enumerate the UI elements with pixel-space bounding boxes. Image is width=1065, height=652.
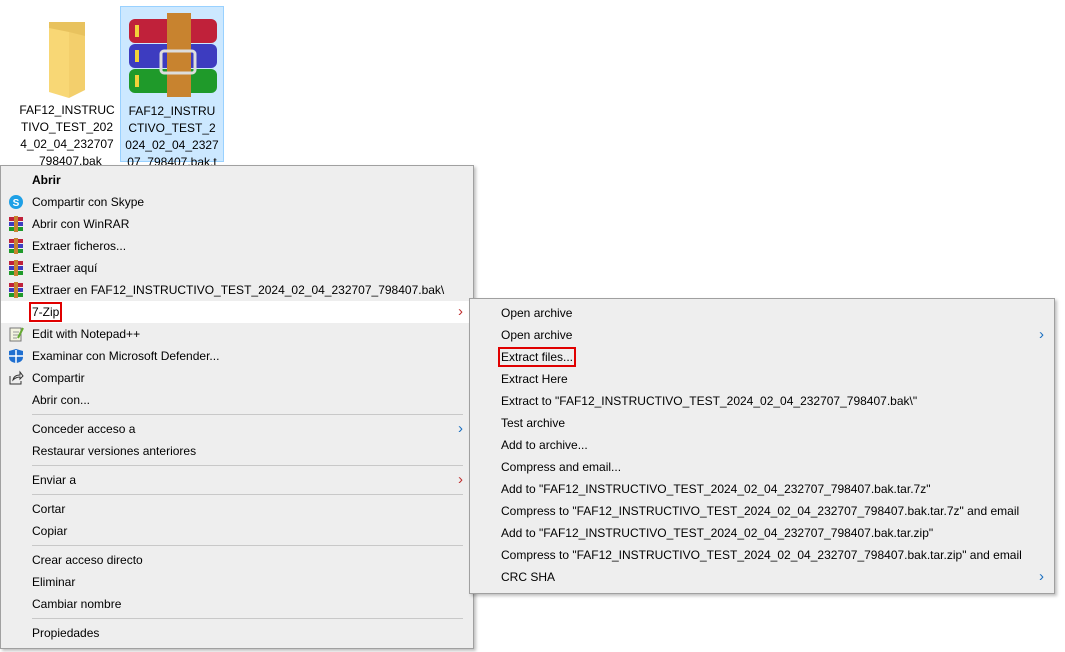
- menu-item-restaurar-versiones-anteriores[interactable]: Restaurar versiones anteriores: [1, 440, 473, 462]
- share-icon: [8, 370, 24, 386]
- 7zip-submenu: Open archive Open archive › Extract files..…: [469, 298, 1055, 594]
- menu-item-label: Edit with Notepad++: [32, 327, 141, 341]
- menu-item-label: Add to "FAF12_INSTRUCTIVO_TEST_2024_02_0…: [501, 482, 931, 496]
- winrar-icon: [8, 282, 24, 298]
- menu-item-label: Extract Here: [501, 372, 568, 386]
- menu-item-test-archive[interactable]: Test archive: [470, 412, 1054, 434]
- menu-item-label: Extraer ficheros...: [32, 239, 127, 253]
- svg-text:S: S: [13, 198, 20, 209]
- folder-icon: [49, 22, 85, 98]
- file-name: FAF12_INSTRUCTIVO_TEST_2024_02_04_232707…: [19, 103, 115, 168]
- menu-separator: [32, 465, 463, 466]
- skype-icon: S: [8, 194, 24, 210]
- menu-item-label: Extract files...: [497, 347, 577, 367]
- menu-item-examinar-con-microsoft-defender[interactable]: Examinar con Microsoft Defender...: [1, 345, 473, 367]
- menu-item-7-zip[interactable]: 7-Zip ›: [1, 301, 473, 323]
- menu-item-label: Extraer aquí: [32, 261, 98, 275]
- menu-item-label: Extraer en FAF12_INSTRUCTIVO_TEST_2024_0…: [32, 283, 445, 297]
- menu-item-crear-acceso-directo[interactable]: Crear acceso directo: [1, 549, 473, 571]
- menu-item-label: Compress to "FAF12_INSTRUCTIVO_TEST_2024…: [501, 548, 1022, 562]
- menu-separator: [32, 494, 463, 495]
- menu-item-add-to-faf12-instructivo-test-2024-02-04-232707-798407-bak-tar-7z[interactable]: Add to "FAF12_INSTRUCTIVO_TEST_2024_02_0…: [470, 478, 1054, 500]
- notepad-icon: [8, 326, 24, 342]
- menu-item-label: Compartir con Skype: [32, 195, 145, 209]
- menu-item-extraer-ficheros[interactable]: Extraer ficheros...: [1, 235, 473, 257]
- file-bak-tar[interactable]: FAF12_INSTRUCTIVO_TEST_2024_02_04_232707…: [120, 6, 224, 186]
- menu-item-edit-with-notepad[interactable]: Edit with Notepad++: [1, 323, 473, 345]
- winrar-icon: [8, 216, 24, 232]
- menu-item-label: Copiar: [32, 524, 68, 538]
- winrar-icon: [8, 238, 24, 254]
- menu-item-label: Abrir con...: [32, 393, 91, 407]
- menu-item-abrir-con[interactable]: Abrir con...: [1, 389, 473, 411]
- menu-item-label: CRC SHA: [501, 570, 556, 584]
- menu-item-extraer-aqu[interactable]: Extraer aquí: [1, 257, 473, 279]
- chevron-right-icon: ›: [1039, 326, 1044, 343]
- chevron-right-icon: ›: [458, 420, 463, 437]
- menu-item-abrir[interactable]: Abrir: [1, 169, 473, 191]
- menu-item-extract-to-faf12-instructivo-test-2024-02-04-232707-798407-bak[interactable]: Extract to "FAF12_INSTRUCTIVO_TEST_2024_…: [470, 390, 1054, 412]
- menu-item-label: Open archive: [501, 306, 573, 320]
- menu-item-label: Compartir: [32, 371, 85, 385]
- menu-item-extract-files[interactable]: Extract files...: [470, 346, 1054, 368]
- menu-item-label: Abrir con WinRAR: [32, 217, 130, 231]
- menu-item-compress-to-faf12-instructivo-test-2024-02-04-232707-798407-bak-tar-zip-and-email[interactable]: Compress to "FAF12_INSTRUCTIVO_TEST_2024…: [470, 544, 1054, 566]
- menu-item-open-archive[interactable]: Open archive: [470, 302, 1054, 324]
- menu-item-crc-sha[interactable]: CRC SHA ›: [470, 566, 1054, 588]
- menu-item-conceder-acceso-a[interactable]: Conceder acceso a ›: [1, 418, 473, 440]
- context-menu: Abrir S Compartir con Skype Abrir con WinRA…: [0, 165, 474, 649]
- menu-item-label: Abrir: [32, 173, 61, 187]
- winrar-icon: [8, 260, 24, 276]
- menu-item-add-to-faf12-instructivo-test-2024-02-04-232707-798407-bak-tar-zip[interactable]: Add to "FAF12_INSTRUCTIVO_TEST_2024_02_0…: [470, 522, 1054, 544]
- file-bak-folder[interactable]: FAF12_INSTRUCTIVO_TEST_2024_02_04_232707…: [15, 6, 119, 168]
- menu-item-label: Compress and email...: [501, 460, 622, 474]
- menu-item-cambiar-nombre[interactable]: Cambiar nombre: [1, 593, 473, 615]
- menu-item-open-archive[interactable]: Open archive ›: [470, 324, 1054, 346]
- menu-item-compartir[interactable]: Compartir: [1, 367, 473, 389]
- menu-item-label: Cambiar nombre: [32, 597, 122, 611]
- menu-item-enviar-a[interactable]: Enviar a ›: [1, 469, 473, 491]
- menu-item-label: Extract to "FAF12_INSTRUCTIVO_TEST_2024_…: [501, 394, 918, 408]
- chevron-right-icon: ›: [458, 303, 463, 320]
- menu-item-label: Eliminar: [32, 575, 76, 589]
- menu-separator: [32, 545, 463, 546]
- menu-item-cortar[interactable]: Cortar: [1, 498, 473, 520]
- menu-item-abrir-con-winrar[interactable]: Abrir con WinRAR: [1, 213, 473, 235]
- menu-item-copiar[interactable]: Copiar: [1, 520, 473, 542]
- menu-item-label: Add to "FAF12_INSTRUCTIVO_TEST_2024_02_0…: [501, 526, 934, 540]
- menu-item-label: 7-Zip: [28, 302, 63, 322]
- menu-item-extract-here[interactable]: Extract Here: [470, 368, 1054, 390]
- menu-item-compartir-con-skype[interactable]: S Compartir con Skype: [1, 191, 473, 213]
- menu-item-compress-and-email[interactable]: Compress and email...: [470, 456, 1054, 478]
- chevron-right-icon: ›: [458, 471, 463, 488]
- menu-item-label: Open archive: [501, 328, 573, 342]
- menu-item-label: Crear acceso directo: [32, 553, 143, 567]
- chevron-right-icon: ›: [1039, 568, 1044, 585]
- menu-item-label: Examinar con Microsoft Defender...: [32, 349, 220, 363]
- menu-item-label: Add to archive...: [501, 438, 588, 452]
- menu-item-label: Compress to "FAF12_INSTRUCTIVO_TEST_2024…: [501, 504, 1020, 518]
- menu-item-label: Propiedades: [32, 626, 100, 640]
- menu-item-label: Cortar: [32, 502, 66, 516]
- menu-item-eliminar[interactable]: Eliminar: [1, 571, 473, 593]
- winrar-archive-icon: [129, 13, 217, 97]
- menu-item-extraer-en-faf12-instructivo-test-2024-02-04-232707-798407-bak[interactable]: Extraer en FAF12_INSTRUCTIVO_TEST_2024_0…: [1, 279, 473, 301]
- menu-item-add-to-archive[interactable]: Add to archive...: [470, 434, 1054, 456]
- defender-icon: [8, 348, 24, 364]
- menu-separator: [32, 414, 463, 415]
- menu-item-label: Enviar a: [32, 473, 77, 487]
- menu-separator: [32, 618, 463, 619]
- menu-item-label: Conceder acceso a: [32, 422, 136, 436]
- menu-item-label: Test archive: [501, 416, 566, 430]
- menu-item-label: Restaurar versiones anteriores: [32, 444, 197, 458]
- menu-item-compress-to-faf12-instructivo-test-2024-02-04-232707-798407-bak-tar-7z-and-email[interactable]: Compress to "FAF12_INSTRUCTIVO_TEST_2024…: [470, 500, 1054, 522]
- menu-item-propiedades[interactable]: Propiedades: [1, 622, 473, 644]
